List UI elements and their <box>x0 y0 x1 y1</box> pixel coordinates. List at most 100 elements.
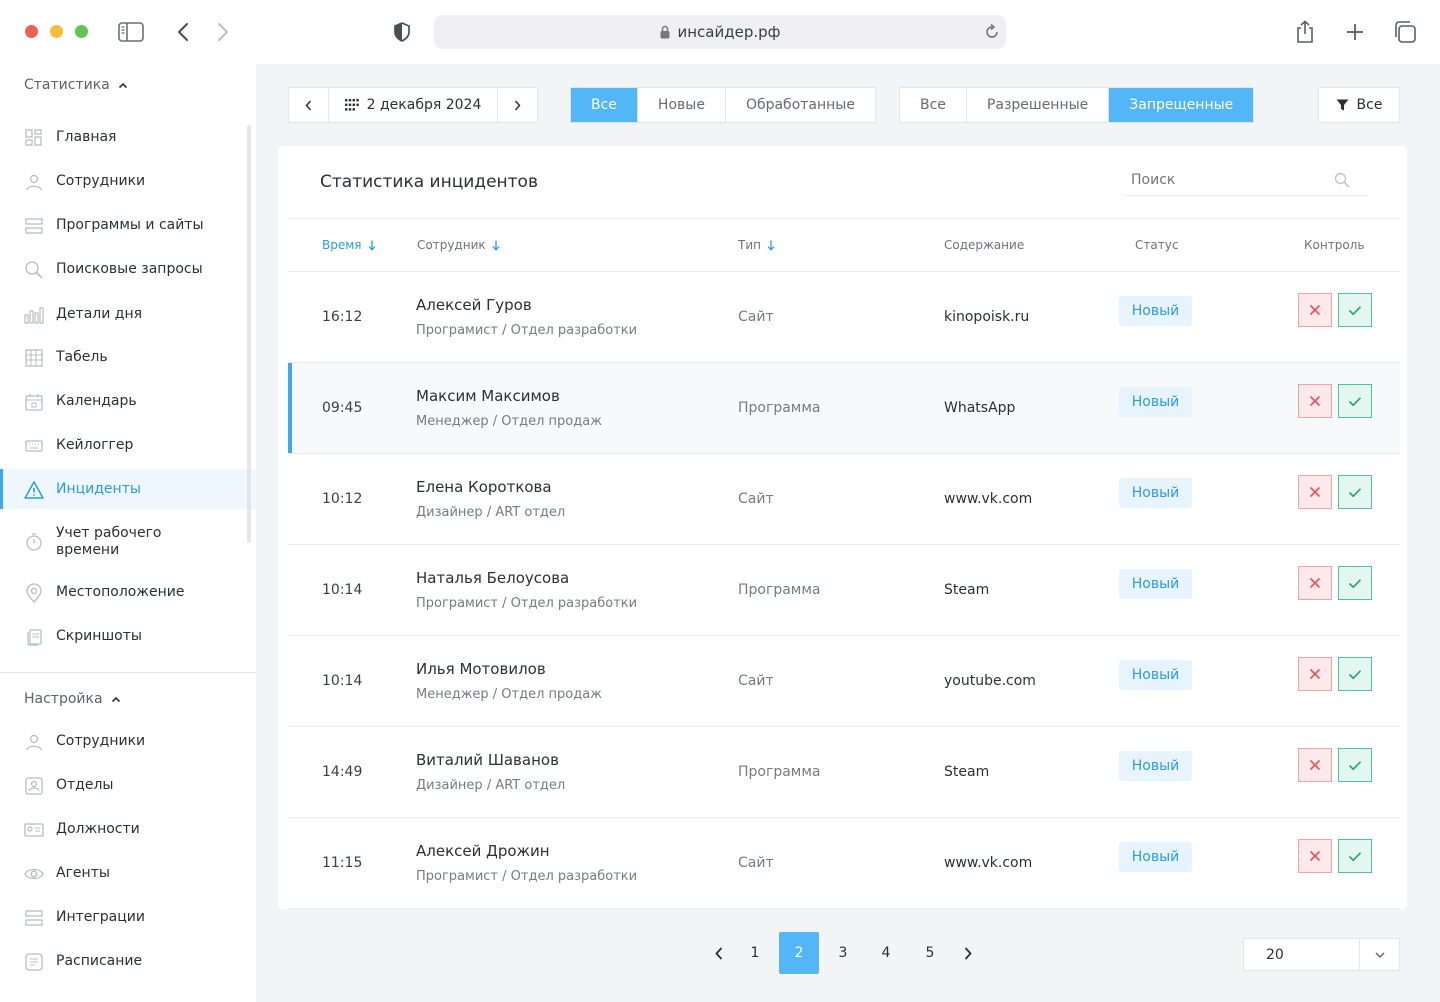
column-employee-header[interactable]: Сотрудник <box>417 238 500 252</box>
check-icon <box>1348 396 1362 406</box>
pagination-page-5[interactable]: 5 <box>910 932 950 974</box>
status-filter-processed[interactable]: Обработанные <box>726 88 875 122</box>
search-icon[interactable] <box>1334 172 1350 188</box>
table-row[interactable]: 14:49 Виталий Шаванов Дизайнер / ART отдел… <box>288 727 1400 818</box>
close-icon <box>1309 759 1321 771</box>
lock-icon <box>660 25 670 39</box>
status-badge: Новый <box>1119 751 1192 781</box>
sidebar-item-location[interactable]: Местоположение <box>0 572 256 612</box>
table-row[interactable]: 10:14 Наталья Белоусова Програмист / Отдел… <box>288 545 1400 636</box>
tabs-overview-icon[interactable] <box>1392 19 1418 45</box>
address-bar[interactable]: инсайдер.рф <box>434 15 1006 49</box>
permission-filter-forbidden[interactable]: Запрещенные <box>1109 88 1254 122</box>
approve-button[interactable] <box>1338 384 1372 418</box>
chevron-up-icon <box>118 82 127 88</box>
table-row[interactable]: 10:12 Елена Короткова Дизайнер / ART отдел… <box>288 454 1400 545</box>
pagination-next-button[interactable] <box>948 932 988 974</box>
window-minimize-button[interactable] <box>50 25 63 38</box>
sidebar-item-label: Скриншоты <box>56 627 142 644</box>
sidebar-item-employees[interactable]: Сотрудники <box>0 161 256 201</box>
forward-arrow-icon[interactable] <box>210 19 236 45</box>
prev-date-button[interactable] <box>289 88 329 122</box>
window-maximize-button[interactable] <box>75 25 88 38</box>
reject-button[interactable] <box>1298 748 1332 782</box>
back-arrow-icon[interactable] <box>170 19 196 45</box>
sidebar-toggle-icon[interactable] <box>118 19 144 45</box>
incident-time: 10:14 <box>322 673 363 689</box>
chevron-right-icon <box>964 946 972 960</box>
sidebar-item-worktime[interactable]: Учет рабочего времени <box>0 520 256 564</box>
reject-button[interactable] <box>1298 657 1332 691</box>
reload-icon[interactable] <box>984 24 1000 40</box>
privacy-shield-icon[interactable] <box>389 19 415 45</box>
reject-button[interactable] <box>1298 475 1332 509</box>
sidebar-item-label: Инциденты <box>56 480 141 497</box>
permission-filter-allowed[interactable]: Разрешенные <box>967 88 1110 122</box>
list-icon <box>25 910 43 926</box>
pagination-page-4[interactable]: 4 <box>866 932 906 974</box>
sidebar-item-calendar[interactable]: Календарь <box>0 381 256 421</box>
pagination-page-3[interactable]: 3 <box>823 932 863 974</box>
close-icon <box>1309 304 1321 316</box>
sidebar-scrollbar[interactable] <box>247 125 251 543</box>
reject-button[interactable] <box>1298 293 1332 327</box>
section-statistics[interactable]: Статистика <box>24 77 128 93</box>
column-time-header[interactable]: Время <box>322 238 376 252</box>
status-filter-all[interactable]: Все <box>571 88 638 122</box>
date-display[interactable]: 2 декабря 2024 <box>329 88 497 122</box>
column-status-label: Статус <box>1135 238 1179 252</box>
sidebar-item-settings-employees[interactable]: Сотрудники <box>0 721 256 761</box>
table-row[interactable]: 09:45 Максим Максимов Менеджер / Отдел про… <box>288 363 1400 454</box>
sidebar-item-day-details[interactable]: Детали дня <box>0 294 256 334</box>
approve-button[interactable] <box>1338 657 1372 691</box>
chevron-up-icon <box>111 696 120 702</box>
sidebar-item-integrations[interactable]: Интеграции <box>0 897 256 937</box>
column-status-header: Статус <box>1135 238 1178 252</box>
search-input[interactable] <box>1125 171 1325 188</box>
pagination-page-2[interactable]: 2 <box>779 932 819 974</box>
incident-time: 10:14 <box>322 582 363 598</box>
per-page-select[interactable]: 20 <box>1243 938 1400 971</box>
sidebar-item-departments[interactable]: Отделы <box>0 765 256 805</box>
new-tab-icon[interactable] <box>1342 19 1368 45</box>
permission-filter-all[interactable]: Все <box>900 88 967 122</box>
sidebar-item-label: Табель <box>56 348 108 365</box>
sidebar-item-label: Расписание <box>56 952 143 969</box>
pagination-prev-button[interactable] <box>699 932 739 974</box>
status-badge: Новый <box>1119 569 1192 599</box>
share-icon[interactable] <box>1292 19 1318 45</box>
check-icon <box>1348 305 1362 315</box>
pagination-page-1[interactable]: 1 <box>735 932 775 974</box>
user-icon <box>26 174 42 191</box>
sidebar-item-schedule[interactable]: Расписание <box>0 941 256 981</box>
table-row[interactable]: 16:12 Алексей Гуров Програмист / Отдел раз… <box>288 272 1400 363</box>
sidebar-item-timesheet[interactable]: Табель <box>0 337 256 377</box>
status-badge: Новый <box>1119 478 1192 508</box>
next-date-button[interactable] <box>497 88 537 122</box>
sidebar-item-screenshots[interactable]: Скриншоты <box>0 616 256 656</box>
approve-button[interactable] <box>1338 293 1372 327</box>
filter-button[interactable]: Все <box>1318 87 1400 123</box>
column-type-header[interactable]: Тип <box>738 238 775 252</box>
approve-button[interactable] <box>1338 748 1372 782</box>
sidebar-item-programs[interactable]: Программы и сайты <box>0 205 256 245</box>
sidebar-item-keylogger[interactable]: Кейлоггер <box>0 425 256 465</box>
reject-button[interactable] <box>1298 384 1332 418</box>
approve-button[interactable] <box>1338 475 1372 509</box>
reject-button[interactable] <box>1298 839 1332 873</box>
sidebar-item-agents[interactable]: Агенты <box>0 853 256 893</box>
sidebar-item-home[interactable]: Главная <box>0 117 256 157</box>
incident-content: Steam <box>944 764 990 780</box>
window-close-button[interactable] <box>25 25 38 38</box>
table-row[interactable]: 11:15 Алексей Дрожин Програмист / Отдел ра… <box>288 818 1400 909</box>
approve-button[interactable] <box>1338 566 1372 600</box>
sidebar-item-incidents[interactable]: Инциденты <box>0 469 256 509</box>
sidebar-item-search-queries[interactable]: Поисковые запросы <box>0 249 256 289</box>
date-picker: 2 декабря 2024 <box>288 87 538 123</box>
sidebar-item-positions[interactable]: Должности <box>0 809 256 849</box>
approve-button[interactable] <box>1338 839 1372 873</box>
reject-button[interactable] <box>1298 566 1332 600</box>
table-row[interactable]: 10:14 Илья Мотовилов Менеджер / Отдел прод… <box>288 636 1400 727</box>
section-settings[interactable]: Настройка <box>24 691 121 707</box>
status-filter-new[interactable]: Новые <box>638 88 726 122</box>
